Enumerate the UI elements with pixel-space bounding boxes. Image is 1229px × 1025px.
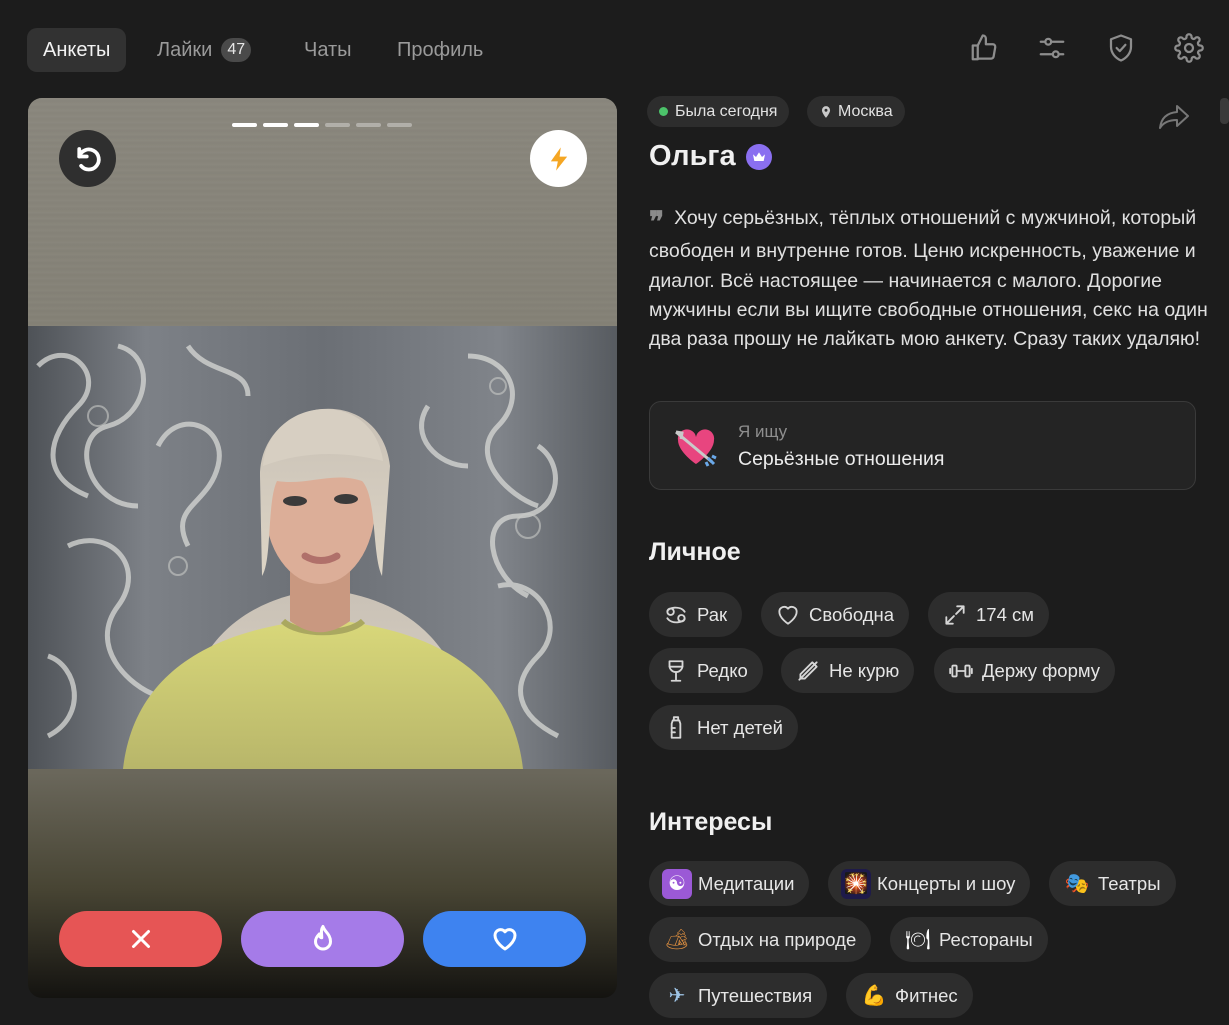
share-icon: [1159, 105, 1189, 129]
personal-pill-label: Нет детей: [697, 716, 784, 738]
interest-pill-restaurants: 🍽 Рестораны: [890, 917, 1048, 962]
interest-pill-label: Рестораны: [939, 928, 1033, 950]
online-dot: [659, 107, 668, 116]
scrollbar-thumb[interactable]: [1220, 98, 1229, 124]
interest-pill-fitness: 💪 Фитнес: [846, 973, 973, 1018]
undo-button[interactable]: [59, 130, 116, 187]
personal-pill-zodiac: Рак: [649, 592, 743, 637]
personal-pill-height: 174 см: [928, 592, 1049, 637]
tab-chats[interactable]: Чаты: [288, 28, 368, 72]
dumbbell-icon: [947, 657, 974, 684]
interest-pill-label: Театры: [1098, 872, 1161, 894]
seeking-value: Серьёзные отношения: [738, 448, 945, 470]
thumbs-up-icon[interactable]: [966, 30, 1002, 66]
interests-section-title: Интересы: [649, 808, 773, 836]
wine-glass-icon: [662, 657, 689, 684]
interest-pill-nature: 🏕 Отдых на природе: [649, 917, 872, 962]
profile-name-row: Ольга: [649, 140, 772, 173]
photo-progress-segment: [387, 123, 412, 127]
like-button[interactable]: [423, 911, 586, 967]
flexed-biceps-icon: 💪: [861, 985, 887, 1007]
plate-cutlery-icon: 🍽: [905, 929, 931, 951]
top-nav: Анкеты Лайки 47 Чаты Профиль: [0, 0, 1229, 98]
personal-pill-relationship: Свободна: [761, 592, 910, 637]
flame-icon: [313, 925, 332, 951]
share-button[interactable]: [1157, 101, 1191, 131]
sliders-icon[interactable]: [1034, 30, 1070, 66]
profile-about: ❞ Хочу серьёзных, тёплых отношений с мужч…: [649, 204, 1209, 354]
interest-pill-travel: ✈ Путешествия: [649, 973, 828, 1018]
lightning-icon: [550, 146, 567, 171]
close-icon: [131, 930, 150, 948]
photo-progress-segment: [232, 123, 257, 127]
cancer-zodiac-icon: [662, 601, 689, 628]
personal-pill-alcohol: Редко: [649, 648, 763, 693]
heart-arrow-icon: [675, 429, 717, 467]
personal-pill-children: Нет детей: [649, 705, 799, 750]
likes-count-badge: 47: [221, 38, 252, 62]
tab-likes-label: Лайки: [157, 38, 213, 61]
interest-pill-theatre: 🎭 Театры: [1049, 861, 1176, 906]
about-text: Хочу серьёзных, тёплых отношений с мужчи…: [649, 207, 1208, 351]
seeking-label: Я ищу: [738, 422, 788, 441]
online-status-chip: Была сегодня: [647, 96, 790, 127]
tab-profile[interactable]: Профиль: [381, 28, 499, 72]
superlike-button[interactable]: [241, 911, 404, 967]
fireworks-icon: 🎇: [841, 868, 871, 899]
heart-icon: [493, 928, 516, 951]
online-status-text: Была сегодня: [675, 102, 778, 120]
dislike-button[interactable]: [59, 911, 222, 967]
yin-yang-icon: ☯: [662, 868, 692, 899]
photo-progress-segment: [294, 123, 319, 127]
personal-pill-label: Рак: [697, 603, 728, 625]
undo-icon: [76, 146, 101, 171]
profile-name: Ольга: [649, 140, 736, 172]
tab-chats-label: Чаты: [304, 38, 352, 61]
airplane-icon: ✈: [668, 985, 686, 1007]
interest-pill-concerts: 🎇 Концерты и шоу: [828, 861, 1031, 906]
interest-pill-meditation: ☯ Медитации: [649, 861, 810, 906]
personal-pill-label: Редко: [697, 659, 748, 681]
tab-likes[interactable]: Лайки 47: [141, 28, 267, 72]
personal-pill-smoking: Не курю: [781, 648, 915, 693]
personal-pill-label: Не курю: [829, 659, 900, 681]
boost-button[interactable]: [530, 130, 587, 187]
seeking-card: Я ищу Серьёзные отношения: [649, 401, 1196, 490]
interest-pill-label: Путешествия: [698, 984, 813, 1006]
location-pin-icon: [821, 105, 831, 118]
heart-outline-icon: [774, 601, 801, 628]
personal-pill-label: Держу форму: [982, 659, 1101, 681]
photo-blur-background: [28, 98, 617, 326]
interest-pill-label: Медитации: [698, 872, 795, 894]
photo-progress-segment: [356, 123, 381, 127]
theatre-masks-icon: 🎭: [1064, 873, 1090, 895]
quote-icon: ❞: [649, 207, 664, 238]
interest-pill-label: Отдых на природе: [698, 928, 857, 950]
no-smoking-icon: [794, 657, 821, 684]
photo-progress-segment: [325, 123, 350, 127]
interest-pill-label: Фитнес: [895, 984, 958, 1006]
tab-profile-label: Профиль: [397, 38, 484, 61]
city-chip: Москва: [807, 96, 905, 127]
personal-pill-label: Свободна: [809, 603, 895, 625]
personal-pill-fitness: Держу форму: [934, 648, 1116, 693]
premium-crown-icon: [745, 143, 772, 170]
profile-photo-card[interactable]: [28, 98, 617, 998]
baby-bottle-icon: [662, 714, 689, 741]
camping-tent-icon: 🏕: [664, 929, 690, 951]
tab-profiles[interactable]: Анкеты: [27, 28, 127, 72]
interest-pill-label: Концерты и шоу: [877, 872, 1016, 894]
photo-progress-indicator: [232, 123, 412, 127]
personal-pill-label: 174 см: [976, 603, 1034, 625]
tab-profiles-label: Анкеты: [43, 38, 111, 61]
gear-icon[interactable]: [1171, 30, 1207, 66]
profile-photo: [28, 326, 617, 769]
shield-check-icon[interactable]: [1103, 30, 1139, 66]
height-arrows-icon: [941, 601, 968, 628]
personal-section-title: Личное: [649, 538, 741, 566]
city-text: Москва: [838, 102, 893, 120]
photo-progress-segment: [263, 123, 288, 127]
